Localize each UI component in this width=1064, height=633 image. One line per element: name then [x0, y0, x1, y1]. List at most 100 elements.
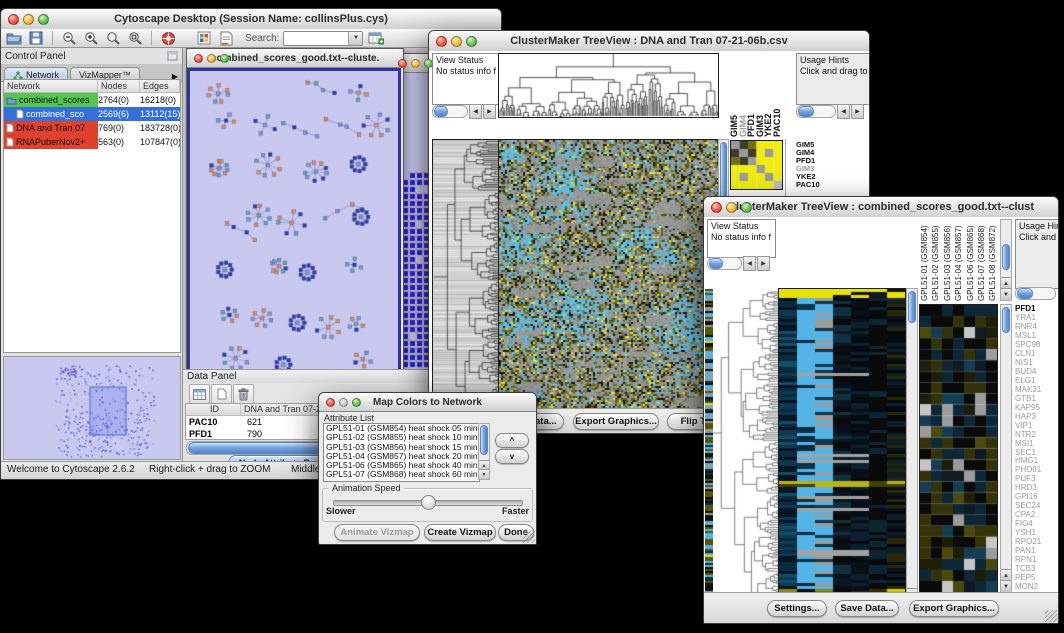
column-labels[interactable]: GPL51-01 (GSM854)GPL51-02 (GSM855)GPL51-… [919, 219, 999, 301]
zoom-icon[interactable] [352, 398, 361, 407]
search-dropdown-icon[interactable]: ▼ [348, 32, 362, 45]
animate-vizmap-button[interactable]: Animate Vizmap [334, 524, 420, 541]
scroll-left-icon[interactable]: ◀ [743, 256, 756, 271]
scrollbar-thumb[interactable] [720, 142, 727, 200]
help-button[interactable] [159, 30, 177, 46]
scroll-left-icon[interactable]: ◀ [837, 104, 850, 119]
heatmap-vscrollbar[interactable]: ▲ ▼ [906, 288, 918, 593]
zoom-icon[interactable] [741, 202, 752, 213]
new-attribute-button[interactable] [211, 384, 232, 404]
search-input[interactable]: ▼ [283, 31, 363, 46]
minimize-icon[interactable] [726, 202, 737, 213]
close-icon[interactable] [398, 59, 407, 68]
close-icon[interactable] [711, 202, 722, 213]
open-session-button[interactable] [5, 30, 23, 46]
minimize-icon[interactable] [411, 59, 420, 68]
network-table-header[interactable]: Network Nodes Edges [4, 80, 180, 93]
delete-attribute-button[interactable] [233, 384, 254, 404]
import-table-button[interactable] [367, 30, 385, 46]
table-row[interactable]: combined_scores 2764(0) 16218(0) [4, 93, 180, 107]
close-icon[interactable] [436, 36, 447, 47]
minimize-icon[interactable] [451, 36, 462, 47]
zoom-vscrollbar[interactable]: ▲ ▼ [1000, 304, 1012, 593]
minimize-icon[interactable] [339, 398, 348, 407]
table-row[interactable]: RNAPuberNov2+ 563(0) 107847(0) [4, 135, 180, 149]
table-row-selected[interactable]: combined_sco 2569(6) 13112(15) [4, 107, 180, 121]
scroll-left-icon[interactable]: ◀ [469, 104, 482, 119]
gene-dendrogram-canvas[interactable] [432, 139, 499, 409]
create-vizmap-button[interactable]: Create Vizmap [424, 524, 496, 541]
float-panel-icon[interactable] [167, 51, 178, 61]
settings-button[interactable]: Settings... [767, 600, 827, 617]
scrollbar-thumb[interactable] [1017, 288, 1033, 299]
scrollbar-thumb[interactable] [480, 425, 488, 455]
zoom-selected-button[interactable] [126, 30, 144, 46]
zoom-in-button[interactable] [82, 30, 100, 46]
column-dendrogram-canvas[interactable] [498, 53, 719, 118]
column-labels[interactable]: GIM5GIM4PFD1GIM3YKE2PAC10 [730, 53, 784, 137]
scroll-down-icon[interactable]: ▼ [479, 469, 489, 479]
annotation-button[interactable] [217, 30, 235, 46]
gene-labels[interactable]: PFD1YRA1RNR4MSL1SPC98CLN1NIS1BUD4ELG1MAK… [1015, 304, 1057, 592]
zoom-icon[interactable] [220, 54, 229, 63]
scrollbar-thumb[interactable] [798, 106, 814, 117]
scrollbar-thumb[interactable] [908, 291, 916, 323]
attribute-listbox[interactable]: GPL51-01 (GSM854) heat shock 05 minGPL51… [323, 423, 480, 482]
resize-grip[interactable] [523, 531, 535, 543]
scrollbar-thumb[interactable] [709, 258, 723, 269]
attribute-item[interactable]: GPL51-07 (GSM868) heat shock 60 min [324, 470, 479, 479]
move-down-button[interactable]: v [495, 449, 529, 464]
close-icon[interactable] [8, 14, 19, 25]
minimize-icon[interactable] [23, 14, 34, 25]
zoom-icon[interactable] [466, 36, 477, 47]
scroll-right-icon[interactable]: ▶ [483, 104, 496, 119]
network-view-titlebar[interactable]: combined_scores_good.txt--cluste... [187, 49, 403, 68]
export-graphics-button[interactable]: Export Graphics... [909, 600, 999, 617]
zoom-out-button[interactable] [60, 30, 78, 46]
scroll-down-icon[interactable]: ▼ [1001, 288, 1011, 300]
view-status-scrollbar[interactable]: ◀ ▶ [707, 256, 770, 271]
scroll-right-icon[interactable]: ▶ [757, 256, 770, 271]
zoom-icon[interactable] [424, 59, 433, 68]
gene-labels[interactable]: GIM5GIM4PFD1GIM3YKE2PAC10 [796, 141, 856, 189]
move-up-button[interactable]: ^ [495, 433, 529, 448]
scrollbar-thumb[interactable] [1002, 307, 1010, 333]
resize-grip[interactable] [1045, 610, 1057, 622]
treeview2-titlebar[interactable]: ClusterMaker TreeView : combined_scores_… [704, 197, 1058, 218]
network-overview-panel[interactable] [3, 356, 181, 460]
dialog-titlebar[interactable]: Map Colors to Network [319, 393, 536, 412]
network-view-window[interactable]: combined_scores_good.txt--cluste... [186, 48, 404, 369]
attribute-select-button[interactable] [189, 384, 210, 404]
scrollbar-thumb[interactable] [434, 106, 448, 117]
heatmap-canvas[interactable] [778, 288, 906, 593]
vizmapper-button[interactable] [195, 30, 213, 46]
usage-hints-scrollbar[interactable]: ◀ ▶ [796, 104, 864, 119]
save-data-button[interactable]: Save Data... [835, 600, 899, 617]
column-labels-vscrollbar[interactable]: ▲ ▼ [1000, 219, 1012, 301]
scrollbar-thumb[interactable] [1002, 244, 1010, 270]
close-icon[interactable] [326, 398, 335, 407]
close-icon[interactable] [194, 54, 203, 63]
minimize-icon[interactable] [207, 54, 216, 63]
gene-dendrogram-canvas[interactable] [713, 289, 778, 593]
attribute-list-vscrollbar[interactable]: ▲ ▼ [478, 423, 490, 480]
slider-thumb[interactable] [421, 495, 436, 510]
network-view-canvas[interactable] [190, 71, 398, 369]
treeview1-titlebar[interactable]: ClusterMaker TreeView : DNA and Tran 07-… [429, 31, 869, 52]
save-session-button[interactable] [27, 30, 45, 46]
zoom-icon[interactable] [38, 14, 49, 25]
zoom-heatmap-canvas[interactable] [919, 304, 998, 593]
gene-label: KAP95 [1015, 403, 1057, 412]
export-graphics-button[interactable]: Export Graphics... [573, 413, 659, 430]
zoom-heatmap-canvas[interactable] [730, 140, 783, 190]
heatmap-canvas[interactable] [498, 139, 719, 409]
global-overview-strip[interactable] [705, 289, 713, 593]
scroll-down-icon[interactable]: ▼ [1001, 580, 1011, 592]
table-row[interactable]: DNA and Tran 07 769(0) 183728(0) [4, 121, 180, 135]
usage-hints-scrollbar[interactable] [1015, 287, 1056, 300]
main-titlebar[interactable]: Cytoscape Desktop (Session Name: collins… [1, 9, 501, 30]
scroll-right-icon[interactable]: ▶ [851, 104, 864, 119]
view-status-scrollbar[interactable]: ◀ ▶ [432, 104, 496, 119]
zoom-fit-button[interactable] [104, 30, 122, 46]
network-overview-canvas[interactable] [4, 357, 180, 459]
